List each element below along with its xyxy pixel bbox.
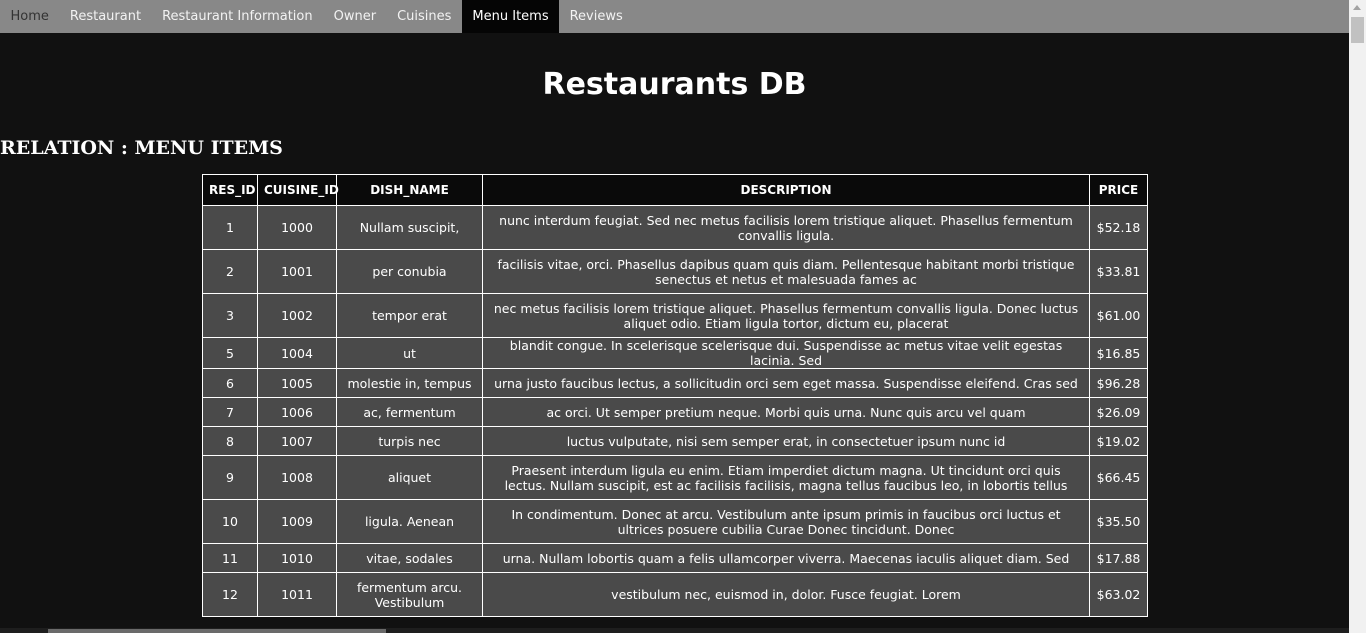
nav-reviews[interactable]: Reviews — [559, 0, 633, 33]
cell-description: Praesent interdum ligula eu enim. Etiam … — [482, 455, 1090, 500]
cell-res-id: 12 — [202, 572, 258, 617]
header-res-id: RES_ID — [202, 174, 258, 206]
cell-dish-name: tempor erat — [336, 293, 483, 338]
cell-description: nunc interdum feugiat. Sed nec metus fac… — [482, 205, 1090, 250]
cell-res-id: 2 — [202, 249, 258, 294]
cell-cuisine-id: 1002 — [257, 293, 337, 338]
cell-price: $52.18 — [1089, 205, 1148, 250]
cell-cuisine-id: 1010 — [257, 543, 337, 573]
top-navbar: Home Restaurant Restaurant Information O… — [0, 0, 1349, 33]
cell-dish-name: ut — [336, 337, 483, 369]
cell-description: facilisis vitae, orci. Phasellus dapibus… — [482, 249, 1090, 294]
cell-res-id: 6 — [202, 368, 258, 398]
relation-heading: RELATION : MENU ITEMS — [0, 137, 283, 159]
cell-dish-name: fermentum arcu. Vestibulum — [336, 572, 483, 617]
table-row: 11 1010 vitae, sodales urna. Nullam lobo… — [202, 543, 1148, 573]
cell-cuisine-id: 1001 — [257, 249, 337, 294]
table-header-row: RES_ID CUISINE_ID DISH_NAME DESCRIPTION … — [202, 174, 1148, 206]
cell-price: $66.45 — [1089, 455, 1148, 500]
table-row: 1 1000 Nullam suscipit, nunc interdum fe… — [202, 205, 1148, 250]
cell-dish-name: aliquet — [336, 455, 483, 500]
table-row: 5 1004 ut blandit congue. In scelerisque… — [202, 337, 1148, 369]
cell-cuisine-id: 1008 — [257, 455, 337, 500]
cell-cuisine-id: 1011 — [257, 572, 337, 617]
cell-res-id: 11 — [202, 543, 258, 573]
cell-description: ac orci. Ut semper pretium neque. Morbi … — [482, 397, 1090, 427]
cell-price: $17.88 — [1089, 543, 1148, 573]
cell-price: $26.09 — [1089, 397, 1148, 427]
cell-price: $35.50 — [1089, 499, 1148, 544]
cell-cuisine-id: 1000 — [257, 205, 337, 250]
page-title: Restaurants DB — [542, 67, 807, 102]
cell-res-id: 3 — [202, 293, 258, 338]
cell-description: luctus vulputate, nisi sem semper erat, … — [482, 426, 1090, 456]
vertical-scrollbar[interactable] — [1349, 0, 1366, 633]
cell-dish-name: per conubia — [336, 249, 483, 294]
cell-price: $16.85 — [1089, 337, 1148, 369]
cell-res-id: 9 — [202, 455, 258, 500]
cell-res-id: 10 — [202, 499, 258, 544]
cell-dish-name: Nullam suscipit, — [336, 205, 483, 250]
scroll-up-arrow-icon[interactable] — [1353, 5, 1361, 10]
cell-description: nec metus facilisis lorem tristique aliq… — [482, 293, 1090, 338]
header-price: PRICE — [1089, 174, 1148, 206]
menu-items-table: RES_ID CUISINE_ID DISH_NAME DESCRIPTION … — [202, 174, 1148, 617]
nav-restaurant-information[interactable]: Restaurant Information — [152, 0, 324, 33]
cell-res-id: 5 — [202, 337, 258, 369]
nav-cuisines[interactable]: Cuisines — [387, 0, 462, 33]
cell-cuisine-id: 1005 — [257, 368, 337, 398]
table-row: 3 1002 tempor erat nec metus facilisis l… — [202, 293, 1148, 338]
nav-restaurant[interactable]: Restaurant — [59, 0, 151, 33]
table-row: 12 1011 fermentum arcu. Vestibulum vesti… — [202, 572, 1148, 617]
header-cuisine-id: CUISINE_ID — [257, 174, 339, 206]
cell-description: urna. Nullam lobortis quam a felis ullam… — [482, 543, 1090, 573]
table-row: 8 1007 turpis nec luctus vulputate, nisi… — [202, 426, 1148, 456]
table-row: 6 1005 molestie in, tempus urna justo fa… — [202, 368, 1148, 398]
table-row: 7 1006 ac, fermentum ac orci. Ut semper … — [202, 397, 1148, 427]
cell-cuisine-id: 1009 — [257, 499, 337, 544]
cell-description: blandit congue. In scelerisque scelerisq… — [482, 337, 1090, 369]
horizontal-scrollbar[interactable] — [0, 628, 1349, 633]
cell-description: urna justo faucibus lectus, a sollicitud… — [482, 368, 1090, 398]
cell-res-id: 1 — [202, 205, 258, 250]
nav-menu-items[interactable]: Menu Items — [461, 0, 560, 33]
table-row: 2 1001 per conubia facilisis vitae, orci… — [202, 249, 1148, 294]
table-row: 9 1008 aliquet Praesent interdum ligula … — [202, 455, 1148, 500]
page-viewport: Home Restaurant Restaurant Information O… — [0, 0, 1349, 633]
horizontal-scrollbar-thumb[interactable] — [48, 629, 386, 633]
cell-description: vestibulum nec, euismod in, dolor. Fusce… — [482, 572, 1090, 617]
vertical-scrollbar-thumb[interactable] — [1351, 17, 1364, 43]
cell-dish-name: turpis nec — [336, 426, 483, 456]
cell-price: $33.81 — [1089, 249, 1148, 294]
cell-price: $61.00 — [1089, 293, 1148, 338]
cell-cuisine-id: 1006 — [257, 397, 337, 427]
table-row: 10 1009 ligula. Aenean In condimentum. D… — [202, 499, 1148, 544]
cell-cuisine-id: 1007 — [257, 426, 337, 456]
cell-dish-name: molestie in, tempus — [336, 368, 483, 398]
cell-dish-name: ligula. Aenean — [336, 499, 483, 544]
cell-dish-name: ac, fermentum — [336, 397, 483, 427]
cell-description: In condimentum. Donec at arcu. Vestibulu… — [482, 499, 1090, 544]
cell-res-id: 7 — [202, 397, 258, 427]
cell-price: $19.02 — [1089, 426, 1148, 456]
cell-price: $63.02 — [1089, 572, 1148, 617]
cell-res-id: 8 — [202, 426, 258, 456]
header-description: DESCRIPTION — [482, 174, 1090, 206]
cell-cuisine-id: 1004 — [257, 337, 337, 369]
cell-price: $96.28 — [1089, 368, 1148, 398]
nav-home[interactable]: Home — [0, 0, 59, 33]
cell-dish-name: vitae, sodales — [336, 543, 483, 573]
nav-owner[interactable]: Owner — [323, 0, 386, 33]
header-dish-name: DISH_NAME — [336, 174, 483, 206]
